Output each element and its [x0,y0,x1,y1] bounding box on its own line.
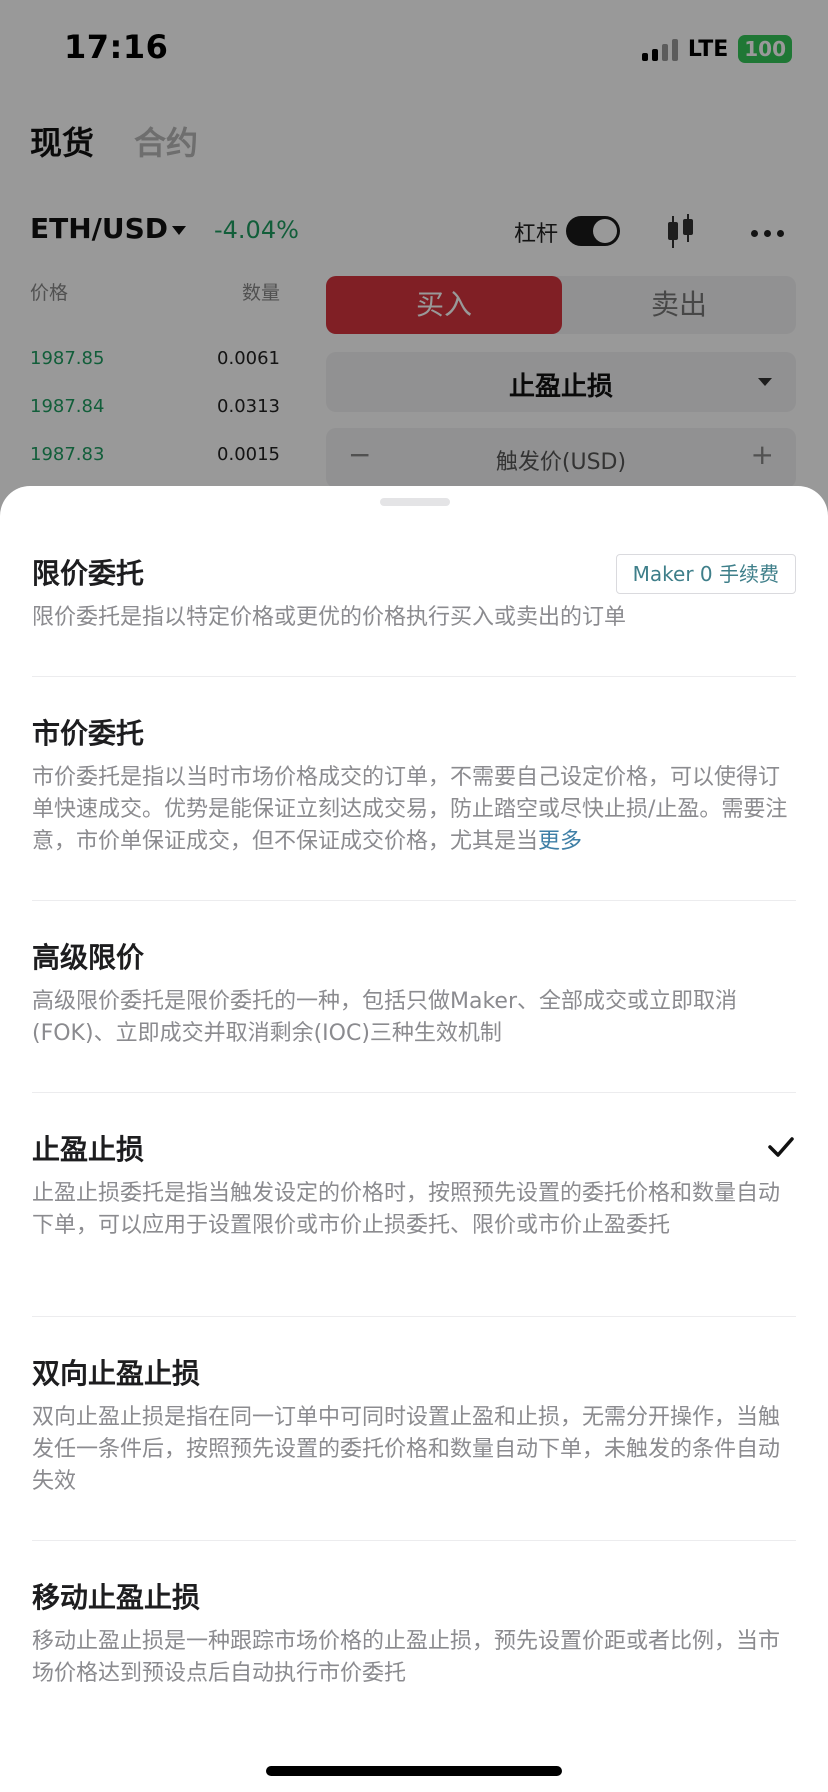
option-title: 双向止盈止损 [32,1357,201,1390]
option-market-order[interactable]: 市价委托 市价委托是指以当时市场价格成交的订单，不需要自己设定价格，可以使得订单… [32,714,796,858]
option-title: 高级限价 [32,941,145,974]
option-description: 高级限价委托是限价委托的一种，包括只做Maker、全部成交或立即取消(FOK)、… [32,989,738,1046]
home-indicator[interactable] [266,1766,562,1776]
checkmark-icon [768,1137,794,1157]
option-advanced-limit[interactable]: 高级限价 高级限价委托是限价委托的一种，包括只做Maker、全部成交或立即取消(… [32,938,796,1050]
option-title: 止盈止损 [32,1133,145,1166]
option-trailing-tp-sl[interactable]: 移动止盈止损 移动止盈止损是一种跟踪市场价格的止盈止损，预先设置价距或者比例，当… [32,1578,796,1690]
option-description: 双向止盈止损是指在同一订单中可同时设置止盈和止损，无需分开操作，当触发任一条件后… [32,1405,781,1494]
option-title: 市价委托 [32,717,145,750]
option-description-text: 市价委托是指以当时市场价格成交的订单，不需要自己设定价格，可以使得订单快速成交。… [32,765,788,854]
option-take-profit-stop-loss[interactable]: 止盈止损 止盈止损委托是指当触发设定的价格时，按照预先设置的委托价格和数量自动下… [32,1130,796,1242]
option-description: 限价委托是指以特定价格或更优的价格执行买入或卖出的订单 [32,605,627,630]
option-description: 止盈止损委托是指当触发设定的价格时，按照预先设置的委托价格和数量自动下单，可以应… [32,1181,781,1238]
option-limit-order[interactable]: 限价委托 Maker 0 手续费 限价委托是指以特定价格或更优的价格执行买入或卖… [32,554,796,634]
option-two-way-tp-sl[interactable]: 双向止盈止损 双向止盈止损是指在同一订单中可同时设置止盈和止损，无需分开操作，当… [32,1354,796,1498]
option-title: 移动止盈止损 [32,1581,201,1614]
divider [32,1316,796,1317]
divider [32,676,796,677]
order-type-sheet: 限价委托 Maker 0 手续费 限价委托是指以特定价格或更优的价格执行买入或卖… [0,486,828,1792]
option-description: 移动止盈止损是一种跟踪市场价格的止盈止损，预先设置价距或者比例，当市场价格达到预… [32,1629,781,1686]
divider [32,1092,796,1093]
maker-fee-badge: Maker 0 手续费 [615,554,796,594]
option-description: 市价委托是指以当时市场价格成交的订单，不需要自己设定价格，可以使得订单快速成交。… [32,762,796,858]
sheet-grabber[interactable] [380,498,450,506]
more-link[interactable]: 更多 [538,829,582,854]
divider [32,1540,796,1541]
divider [32,900,796,901]
